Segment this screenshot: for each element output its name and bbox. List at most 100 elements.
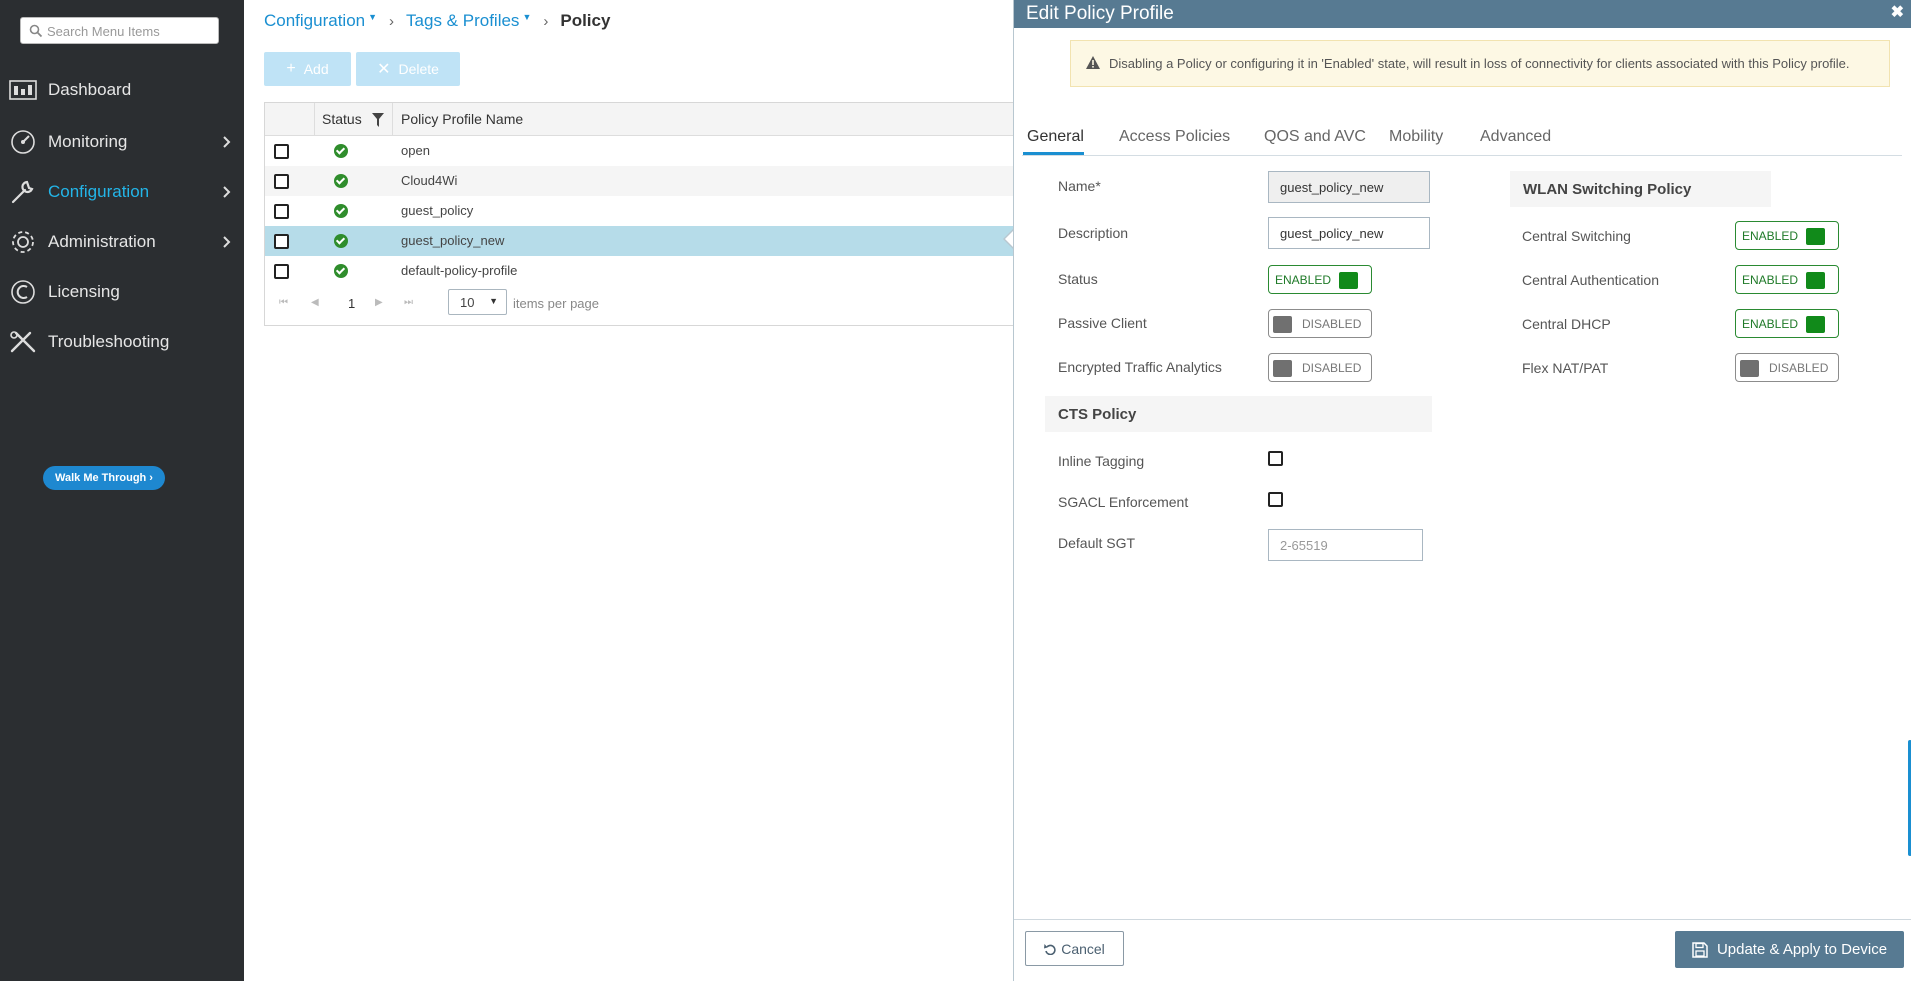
pager: ⏮ ◀ 1 ▶ ⏭ 10 ▼ items per page: [265, 286, 1015, 326]
inline-tagging-checkbox[interactable]: [1268, 451, 1283, 466]
policy-profile-table: Status Policy Profile Name open Cloud4Wi…: [264, 102, 1015, 326]
page-title: Policy: [560, 11, 611, 30]
search-icon: [29, 24, 43, 38]
filter-icon[interactable]: [372, 113, 384, 127]
tab-access-policies[interactable]: Access Policies: [1119, 128, 1230, 146]
configuration-icon: [11, 180, 34, 204]
row-policy-name[interactable]: open: [401, 143, 430, 158]
next-page-icon[interactable]: ▶: [375, 297, 383, 308]
passive-client-toggle[interactable]: DISABLED: [1268, 309, 1372, 338]
toggle-knob: [1273, 316, 1292, 333]
search-box[interactable]: [20, 17, 219, 44]
undo-icon: [1044, 943, 1056, 955]
row-policy-name[interactable]: default-policy-profile: [401, 263, 517, 278]
save-icon: [1692, 941, 1708, 958]
table-row[interactable]: open: [265, 136, 1015, 166]
central-dhcp-label: Central DHCP: [1522, 316, 1611, 332]
flex-nat-pat-toggle-label: DISABLED: [1769, 361, 1829, 375]
delete-button-label: Delete: [398, 61, 439, 77]
search-input[interactable]: [47, 21, 215, 41]
breadcrumb-configuration[interactable]: Configuration: [264, 11, 365, 31]
sidebar-item-configuration[interactable]: Configuration: [0, 172, 244, 212]
cts-policy-heading: CTS Policy: [1045, 396, 1432, 432]
name-label: Name*: [1058, 178, 1101, 194]
row-policy-name[interactable]: Cloud4Wi: [401, 173, 457, 188]
close-icon[interactable]: ✖: [1891, 2, 1904, 22]
table-row[interactable]: Cloud4Wi: [265, 166, 1015, 196]
cancel-button-label: Cancel: [1061, 940, 1105, 957]
table-row[interactable]: guest_policy: [265, 196, 1015, 226]
page-size-select[interactable]: 10 ▼: [448, 289, 507, 315]
passive-client-toggle-label: DISABLED: [1302, 317, 1362, 331]
row-policy-name[interactable]: guest_policy: [401, 203, 473, 218]
column-divider: [314, 103, 315, 136]
chevron-right-icon: [223, 236, 231, 248]
flex-nat-pat-toggle[interactable]: DISABLED: [1735, 353, 1839, 382]
tab-advanced[interactable]: Advanced: [1480, 128, 1551, 146]
walk-me-through-button[interactable]: Walk Me Through ›: [43, 466, 165, 490]
first-page-icon[interactable]: ⏮: [279, 297, 288, 308]
row-policy-name[interactable]: guest_policy_new: [401, 233, 504, 248]
default-sgt-label: Default SGT: [1058, 535, 1136, 551]
sidebar-item-monitoring[interactable]: Monitoring: [0, 122, 244, 162]
breadcrumb-separator-icon: ›: [389, 12, 395, 30]
add-button[interactable]: + Add: [264, 52, 351, 86]
caret-down-icon[interactable]: ▼: [368, 12, 377, 22]
status-toggle[interactable]: ENABLED: [1268, 265, 1372, 294]
dashboard-icon: [9, 80, 37, 100]
tab-general[interactable]: General: [1027, 128, 1084, 146]
column-divider: [392, 103, 393, 136]
sidebar-item-licensing[interactable]: Licensing: [0, 272, 244, 312]
row-checkbox[interactable]: [274, 174, 289, 189]
update-apply-button[interactable]: Update & Apply to Device: [1675, 931, 1904, 968]
table-header: Status Policy Profile Name: [265, 103, 1015, 136]
table-row-selected[interactable]: guest_policy_new: [265, 226, 1015, 256]
eta-toggle-label: DISABLED: [1302, 361, 1362, 375]
warning-icon: [1086, 56, 1100, 69]
inline-tagging-label: Inline Tagging: [1058, 453, 1145, 469]
chevron-right-icon: [223, 186, 231, 198]
sidebar-item-troubleshooting[interactable]: Troubleshooting: [0, 322, 244, 362]
flex-nat-pat-label: Flex NAT/PAT: [1522, 360, 1609, 376]
eta-toggle[interactable]: DISABLED: [1268, 353, 1372, 382]
items-per-page-label: items per page: [513, 296, 599, 311]
column-header-status[interactable]: Status: [322, 111, 362, 127]
tab-mobility[interactable]: Mobility: [1389, 128, 1443, 146]
central-authentication-toggle[interactable]: ENABLED: [1735, 265, 1839, 294]
row-checkbox[interactable]: [274, 234, 289, 249]
panel-header: Edit Policy Profile ✖: [1014, 0, 1911, 28]
tab-qos-and-avc[interactable]: QOS and AVC: [1264, 128, 1366, 146]
row-checkbox[interactable]: [274, 264, 289, 279]
sidebar-item-label: Licensing: [48, 282, 120, 301]
breadcrumb: Configuration ▼ › Tags & Profiles ▼ › Po…: [264, 11, 610, 31]
table-row[interactable]: default-policy-profile: [265, 256, 1015, 286]
description-field[interactable]: guest_policy_new: [1268, 217, 1430, 249]
sgacl-enforcement-checkbox[interactable]: [1268, 492, 1283, 507]
caret-down-icon[interactable]: ▼: [522, 12, 531, 22]
eta-label: Encrypted Traffic Analytics: [1058, 359, 1222, 375]
central-switching-toggle[interactable]: ENABLED: [1735, 221, 1839, 250]
column-header-name[interactable]: Policy Profile Name: [401, 111, 523, 127]
breadcrumb-tags-profiles[interactable]: Tags & Profiles: [406, 11, 519, 31]
sidebar-item-label: Monitoring: [48, 132, 128, 151]
passive-client-label: Passive Client: [1058, 315, 1147, 331]
panel-tabs: General Access Policies QOS and AVC Mobi…: [1022, 125, 1902, 156]
central-dhcp-toggle[interactable]: ENABLED: [1735, 309, 1839, 338]
prev-page-icon[interactable]: ◀: [311, 297, 319, 308]
sidebar-item-dashboard[interactable]: Dashboard: [0, 70, 244, 110]
name-field[interactable]: guest_policy_new: [1268, 171, 1430, 203]
delete-button[interactable]: ✕ Delete: [356, 52, 460, 86]
current-page[interactable]: 1: [348, 296, 355, 311]
close-icon: ✕: [377, 61, 391, 78]
status-ok-icon: [334, 204, 348, 218]
sidebar-item-administration[interactable]: Administration: [0, 222, 244, 262]
row-checkbox[interactable]: [274, 144, 289, 159]
cancel-button[interactable]: Cancel: [1025, 931, 1124, 966]
active-tab-indicator: [1023, 152, 1084, 155]
last-page-icon[interactable]: ⏭: [404, 297, 413, 308]
plus-icon: +: [286, 60, 296, 77]
row-checkbox[interactable]: [274, 204, 289, 219]
central-authentication-label: Central Authentication: [1522, 272, 1659, 288]
default-sgt-input[interactable]: 2-65519: [1268, 529, 1423, 561]
status-ok-icon: [334, 264, 348, 278]
